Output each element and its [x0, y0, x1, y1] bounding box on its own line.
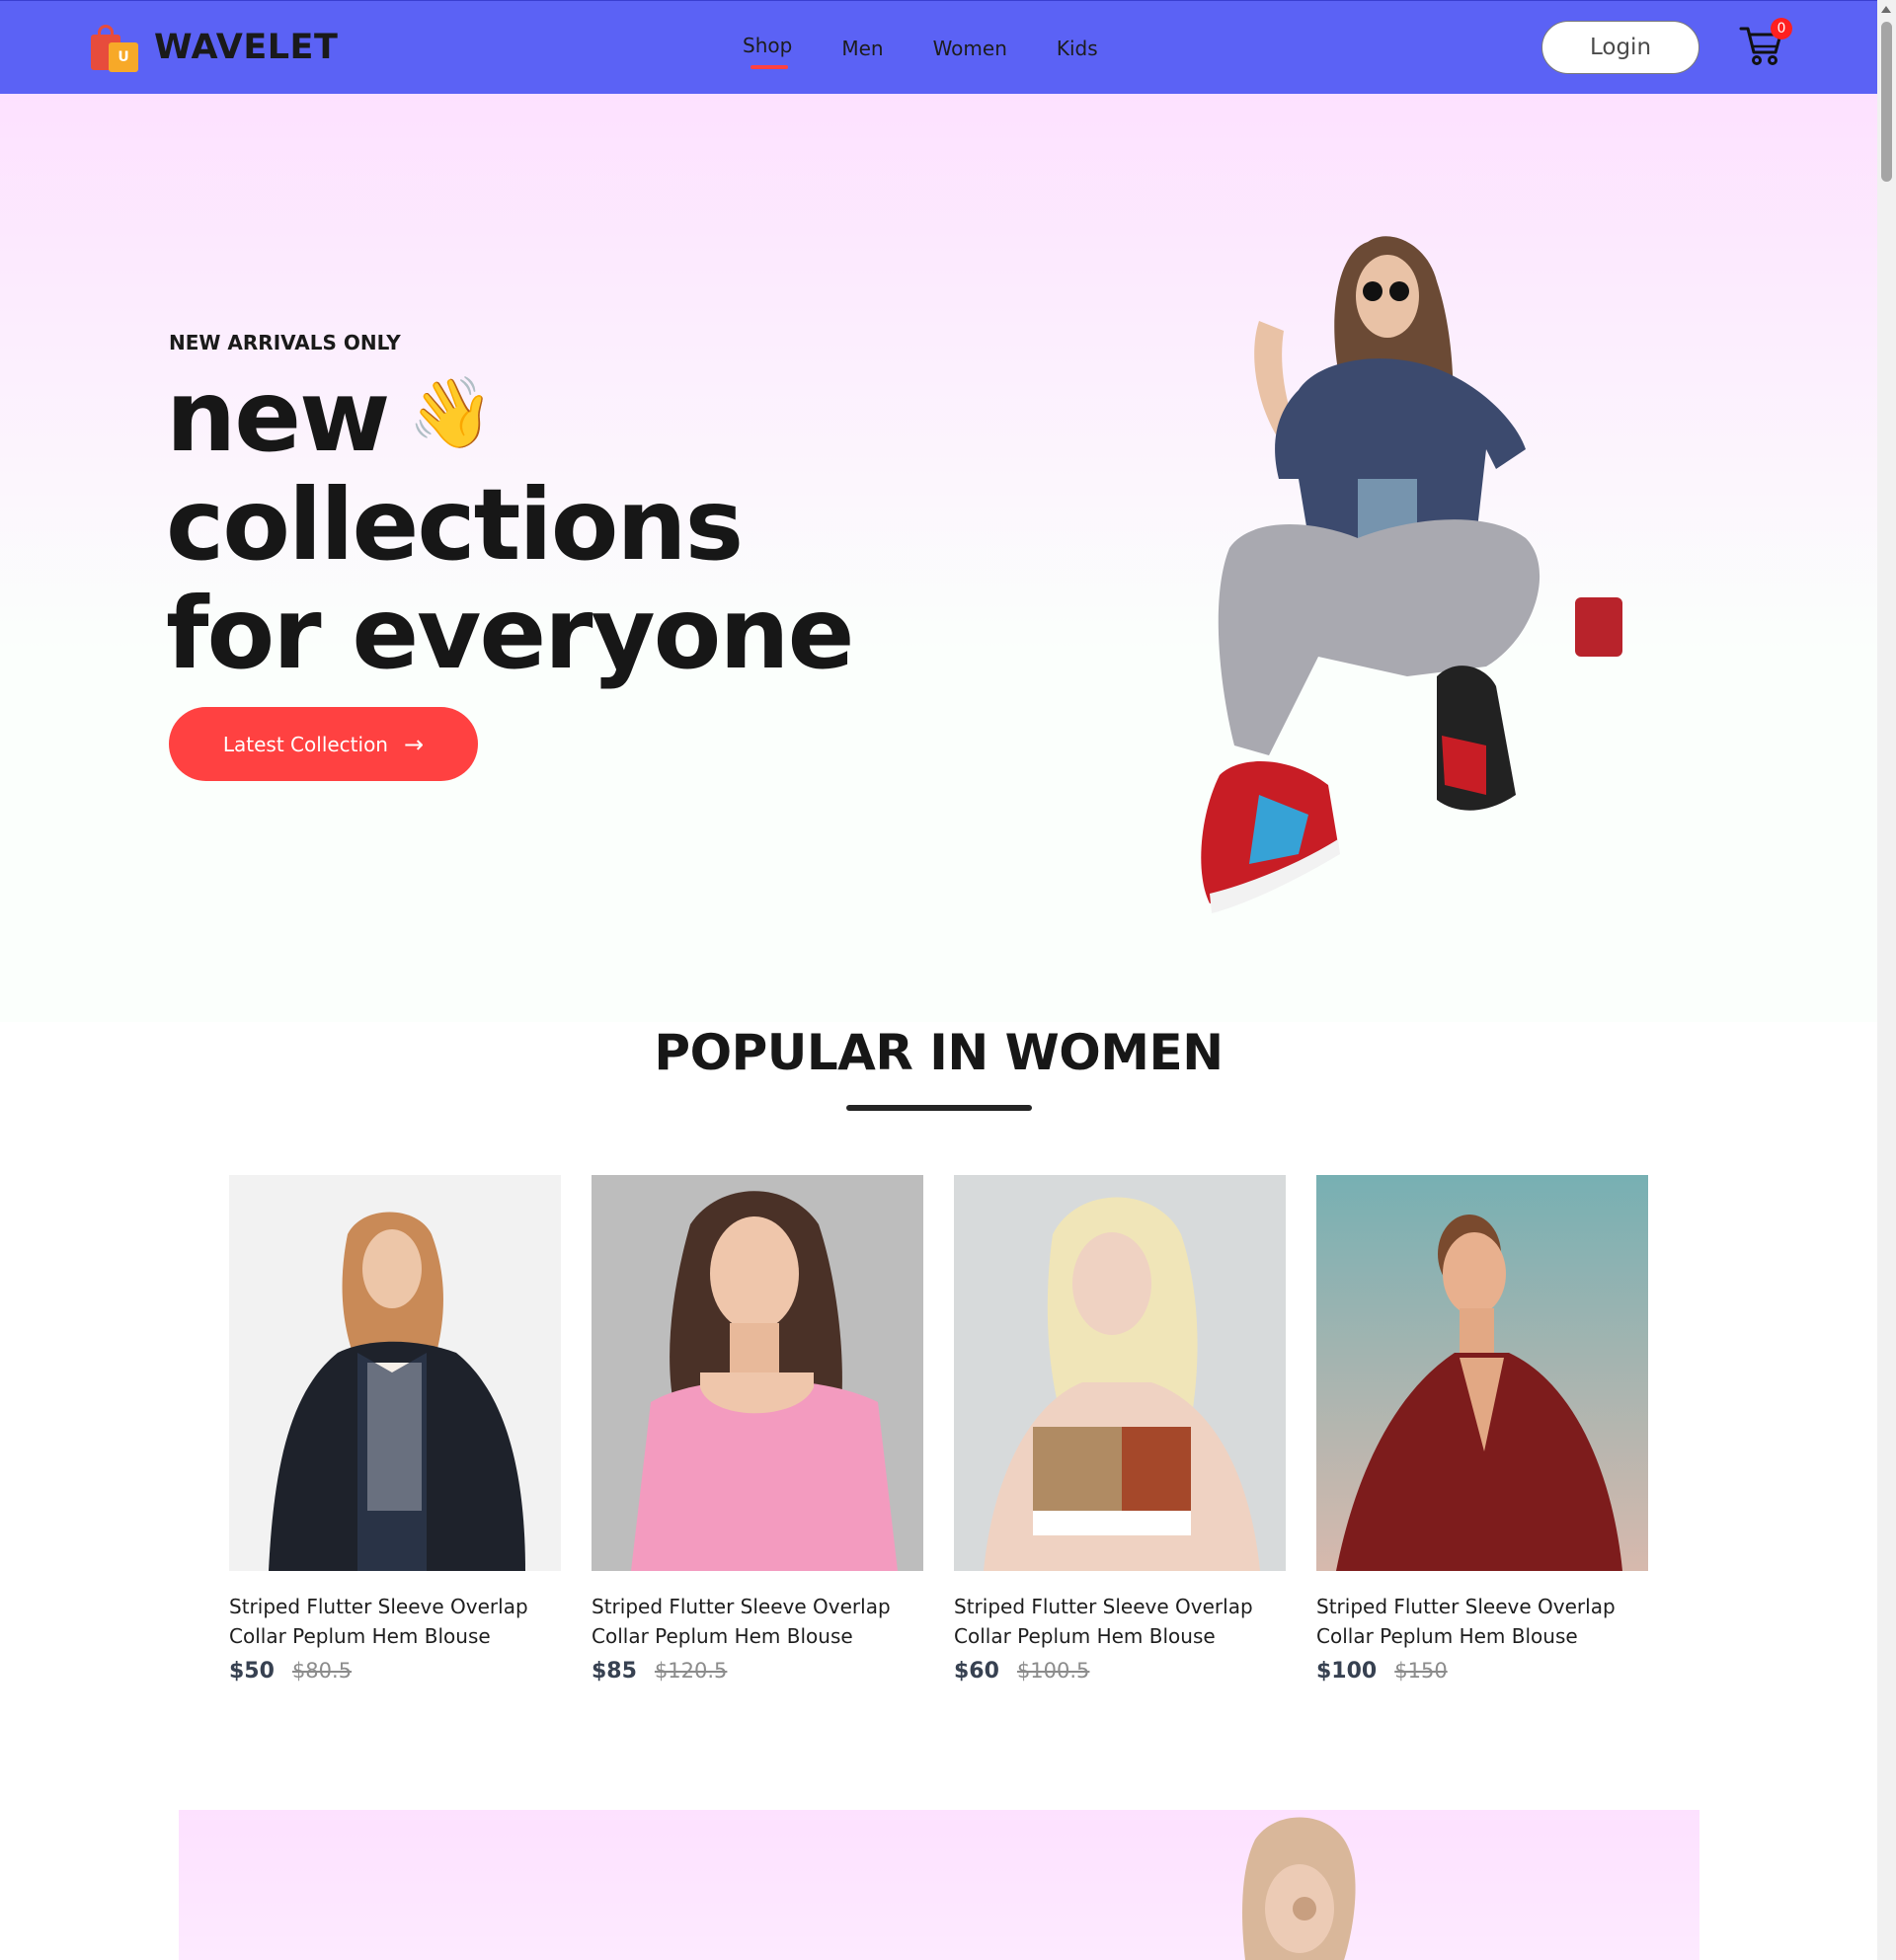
product-card[interactable]: Striped Flutter Sleeve Overlap Collar Pe…	[954, 1175, 1286, 1684]
offers-banner-model-image	[1242, 1817, 1356, 1960]
hero-title-line-1: new	[166, 358, 390, 474]
product-old-price: $150	[1394, 1659, 1448, 1683]
cart-count-badge: 0	[1771, 18, 1792, 39]
arrow-right-icon: →	[403, 730, 425, 758]
hero-section: NEW ARRIVALS ONLY new 👋 collections for e…	[0, 94, 1877, 1022]
scroll-up-arrow-icon[interactable]	[1881, 6, 1891, 13]
offers-banner	[179, 1810, 1699, 1960]
section-title-underline	[846, 1105, 1032, 1111]
popular-section-title: POPULAR IN WOMEN	[654, 1024, 1224, 1081]
brand-logo[interactable]: U WAVELET	[87, 21, 338, 74]
nav-link-women[interactable]: Women	[933, 37, 1007, 60]
nav-link-shop[interactable]: Shop	[743, 34, 792, 69]
hero-model-image	[1201, 236, 1622, 913]
product-prices: $85 $120.5	[592, 1659, 923, 1684]
product-new-price: $50	[229, 1659, 275, 1684]
nav-link-men[interactable]: Men	[841, 37, 883, 60]
product-prices: $60 $100.5	[954, 1659, 1286, 1684]
product-card[interactable]: Striped Flutter Sleeve Overlap Collar Pe…	[229, 1175, 561, 1684]
active-nav-indicator	[750, 64, 788, 69]
waving-hand-icon: 👋	[408, 372, 494, 453]
login-button[interactable]: Login	[1541, 21, 1699, 74]
product-name[interactable]: Striped Flutter Sleeve Overlap Collar Pe…	[954, 1592, 1286, 1651]
hero-title-line-2: collections	[166, 467, 744, 583]
product-card[interactable]: Striped Flutter Sleeve Overlap Collar Pe…	[592, 1175, 923, 1684]
product-name[interactable]: Striped Flutter Sleeve Overlap Collar Pe…	[592, 1592, 923, 1651]
product-new-price: $100	[1316, 1659, 1378, 1684]
hero-title-line-3: for everyone	[166, 576, 854, 691]
popular-products-grid: Striped Flutter Sleeve Overlap Collar Pe…	[229, 1175, 1679, 1684]
product-image[interactable]	[1316, 1175, 1648, 1571]
page-scrollbar[interactable]	[1877, 0, 1896, 1960]
nav-menu: Shop Men Women Kids	[743, 1, 1147, 95]
nav-link-kids[interactable]: Kids	[1057, 37, 1098, 60]
hero-eyebrow: NEW ARRIVALS ONLY	[169, 331, 401, 354]
latest-collection-label: Latest Collection	[222, 732, 388, 756]
product-new-price: $85	[592, 1659, 637, 1684]
brand-name: WAVELET	[154, 28, 339, 67]
product-name[interactable]: Striped Flutter Sleeve Overlap Collar Pe…	[229, 1592, 561, 1651]
product-image[interactable]	[954, 1175, 1286, 1571]
product-prices: $100 $150	[1316, 1659, 1648, 1684]
product-old-price: $80.5	[291, 1659, 353, 1683]
latest-collection-button[interactable]: Latest Collection →	[169, 707, 478, 781]
scroll-thumb[interactable]	[1881, 22, 1892, 182]
product-name[interactable]: Striped Flutter Sleeve Overlap Collar Pe…	[1316, 1592, 1648, 1651]
product-old-price: $120.5	[654, 1659, 728, 1683]
product-image[interactable]	[592, 1175, 923, 1571]
product-new-price: $60	[954, 1659, 999, 1684]
product-old-price: $100.5	[1016, 1659, 1090, 1683]
product-prices: $50 $80.5	[229, 1659, 561, 1684]
hero-title: new 👋 collections for everyone	[166, 358, 854, 691]
product-card[interactable]: Striped Flutter Sleeve Overlap Collar Pe…	[1316, 1175, 1648, 1684]
product-image[interactable]	[229, 1175, 561, 1571]
shopping-bags-logo-icon: U	[87, 21, 140, 74]
navbar: U WAVELET Shop Men Women Kids Login 0	[0, 0, 1877, 94]
